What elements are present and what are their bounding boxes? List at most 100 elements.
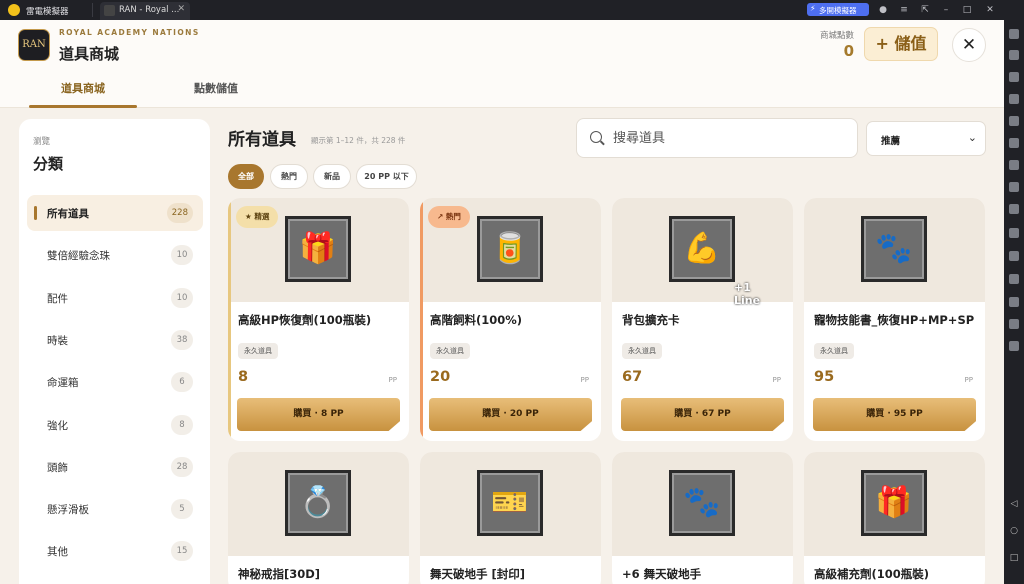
filter-hot[interactable]: 熱門 bbox=[270, 164, 308, 189]
category-item[interactable]: 所有道具 228 bbox=[27, 195, 203, 231]
topup-button[interactable]: + 儲值 bbox=[864, 27, 938, 61]
category-item[interactable]: 頭飾 28 bbox=[27, 449, 203, 485]
category-item[interactable]: 命運箱 6 bbox=[27, 364, 203, 400]
settings-icon[interactable] bbox=[1009, 29, 1019, 39]
product-image-area: 🐾 bbox=[612, 452, 793, 556]
chevron-down-icon: ⌄ bbox=[967, 131, 977, 144]
tab-item-shop[interactable]: 道具商城 bbox=[29, 80, 137, 96]
category-label: 頭飾 bbox=[47, 461, 68, 474]
product-card[interactable]: 💍 神秘戒指[30D] bbox=[228, 452, 409, 584]
more-icon[interactable] bbox=[1009, 341, 1019, 351]
category-label: 懸浮滑板 bbox=[47, 504, 89, 517]
points-value: 0 bbox=[843, 42, 854, 60]
product-card[interactable]: 💪 +1 Line 背包擴充卡 永久道具 67 PP 購買 · 67 PP bbox=[612, 198, 793, 441]
keyboard-icon[interactable] bbox=[1009, 50, 1019, 60]
paw-scroll-icon: 🐾 bbox=[683, 485, 721, 520]
sort-select[interactable]: 推薦 ⌄ bbox=[866, 121, 986, 156]
product-price: 8 bbox=[238, 369, 249, 385]
copy-icon[interactable] bbox=[1009, 274, 1019, 284]
category-count-badge: 38 bbox=[171, 329, 193, 350]
buy-button[interactable]: 購買 · 20 PP bbox=[429, 398, 592, 431]
page-title: 道具商城 bbox=[59, 45, 120, 63]
emulator-app-name: 雷電模擬器 bbox=[26, 7, 69, 17]
sync-icon[interactable] bbox=[1009, 138, 1019, 148]
recents-icon[interactable]: □ bbox=[1008, 553, 1020, 565]
buy-button[interactable]: 購買 · 67 PP bbox=[621, 398, 784, 431]
record-icon[interactable] bbox=[1009, 228, 1019, 238]
product-thumbnail: 🎫 bbox=[477, 470, 543, 536]
product-tag: 永久道具 bbox=[622, 343, 662, 359]
product-name: 寵物技能書_恢復HP+MP+SP bbox=[814, 313, 975, 327]
multi-instance-button[interactable]: 多開模擬器 bbox=[807, 3, 869, 16]
product-card[interactable]: 🥫 ↗ 熱門 高階飼料(100%) 永久道具 20 PP 購買 · 20 PP bbox=[420, 198, 601, 441]
close-button[interactable]: ✕ bbox=[952, 28, 986, 62]
tab-point-topup[interactable]: 點數儲值 bbox=[162, 80, 270, 96]
location-icon[interactable] bbox=[1009, 319, 1019, 329]
pin-icon[interactable]: ⇱ bbox=[918, 3, 932, 17]
product-card[interactable]: 🐾 寵物技能書_恢復HP+MP+SP 永久道具 95 PP 購買 · 95 PP bbox=[804, 198, 985, 441]
product-name: 高級HP恢復劑(100瓶裝) bbox=[238, 313, 372, 327]
product-price: 95 bbox=[814, 369, 835, 385]
home-icon[interactable]: ○ bbox=[1008, 526, 1020, 538]
sidebar-subtitle: 瀏覽 bbox=[33, 137, 51, 147]
volume-down-icon[interactable] bbox=[1009, 94, 1019, 104]
category-count-badge: 5 bbox=[171, 499, 193, 520]
category-item[interactable]: 配件 10 bbox=[27, 280, 203, 316]
product-name: 背包擴充卡 bbox=[622, 313, 680, 327]
buy-button[interactable]: 購買 · 95 PP bbox=[813, 398, 976, 431]
filter-new[interactable]: 新品 bbox=[313, 164, 351, 189]
category-count-badge: 10 bbox=[171, 245, 193, 266]
category-item[interactable]: 雙倍經驗念珠 10 bbox=[27, 237, 203, 273]
screenshot-icon[interactable] bbox=[1009, 251, 1019, 261]
item-overlay-label: +1 Line bbox=[734, 281, 761, 307]
category-item[interactable]: 其他 15 bbox=[27, 533, 203, 569]
category-item[interactable]: 懸浮滑板 5 bbox=[27, 491, 203, 527]
account-icon[interactable]: ● bbox=[876, 3, 890, 17]
filter-under-20[interactable]: 20 PP 以下 bbox=[356, 164, 417, 189]
product-card[interactable]: 🎫 舞天破地手 [封印] bbox=[420, 452, 601, 584]
product-card[interactable]: 🐾 +6 舞天破地手 bbox=[612, 452, 793, 584]
feed-can-icon: 🥫 bbox=[491, 231, 529, 266]
product-price: 67 bbox=[622, 369, 643, 385]
result-count: 顯示第 1–12 件，共 228 件 bbox=[311, 136, 406, 145]
category-item[interactable]: 時裝 38 bbox=[27, 322, 203, 358]
tab-active-indicator bbox=[29, 105, 137, 108]
category-label: 時裝 bbox=[47, 334, 68, 347]
fullscreen-icon[interactable] bbox=[1009, 116, 1019, 126]
search-icon bbox=[590, 131, 602, 143]
bag-expand-icon: 💪 bbox=[683, 231, 721, 266]
points-label: 商城點數 bbox=[819, 31, 854, 41]
minimize-icon[interactable]: – bbox=[939, 3, 953, 17]
maximize-icon[interactable]: □ bbox=[960, 3, 974, 17]
category-label: 配件 bbox=[47, 292, 68, 305]
header: RAN ROYAL ACADEMY NATIONS 道具商城 商城點數 0 + … bbox=[0, 20, 1004, 70]
category-count-badge: 15 bbox=[171, 541, 193, 562]
product-name: 舞天破地手 [封印] bbox=[430, 567, 526, 581]
product-card[interactable]: 🎁 ★ 精選 高級HP恢復劑(100瓶裝) 永久道具 8 PP 購買 · 8 PP bbox=[228, 198, 409, 441]
volume-up-icon[interactable] bbox=[1009, 72, 1019, 82]
buy-button[interactable]: 購買 · 8 PP bbox=[237, 398, 400, 431]
sort-value: 推薦 bbox=[881, 136, 901, 147]
emulator-tab[interactable]: RAN - Royal ... ✕ bbox=[100, 2, 190, 20]
folder-icon[interactable] bbox=[1009, 297, 1019, 307]
product-card[interactable]: 🎁 高級補充劑(100瓶裝) bbox=[804, 452, 985, 584]
product-thumbnail: 💪 +1 Line bbox=[669, 216, 760, 307]
search-box bbox=[576, 118, 858, 158]
category-label: 雙倍經驗念珠 bbox=[47, 250, 110, 263]
menu-icon[interactable]: ≡ bbox=[897, 3, 911, 17]
product-image-area: 🐾 bbox=[804, 198, 985, 302]
category-item[interactable]: 強化 8 bbox=[27, 407, 203, 443]
product-tag: 永久道具 bbox=[238, 343, 278, 359]
back-icon[interactable]: ◁ bbox=[1008, 499, 1020, 511]
search-input[interactable] bbox=[613, 128, 843, 148]
window-close-icon[interactable]: ✕ bbox=[983, 3, 997, 17]
product-image-area: 💪 +1 Line bbox=[612, 198, 793, 307]
price-unit: PP bbox=[580, 376, 589, 384]
apk-icon[interactable] bbox=[1009, 160, 1019, 170]
filter-all[interactable]: 全部 bbox=[228, 164, 264, 189]
tab-close-icon[interactable]: ✕ bbox=[177, 4, 185, 14]
robot-icon[interactable] bbox=[1009, 182, 1019, 192]
sidebar-title: 分類 bbox=[33, 155, 64, 173]
scissors-icon[interactable] bbox=[1009, 204, 1019, 214]
emulator-tab-title: RAN - Royal ... bbox=[119, 5, 180, 15]
